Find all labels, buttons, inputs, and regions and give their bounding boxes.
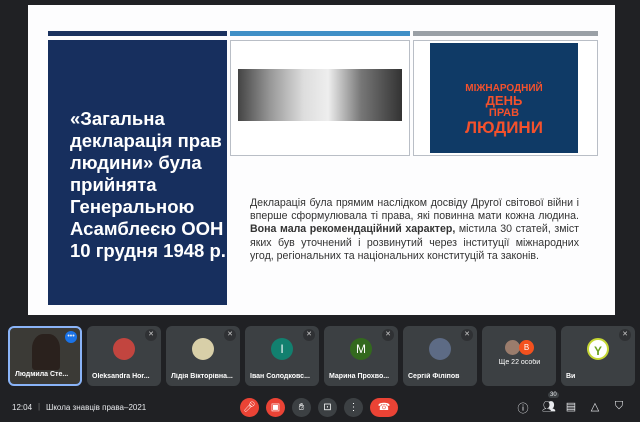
people-icon[interactable]: 👥︎ — [541, 400, 557, 413]
participant-name: Марина Прохво... — [329, 373, 390, 380]
slide-bar-gray — [413, 31, 598, 36]
participant-tile[interactable]: ✕ Oleksandra Hor... — [87, 326, 161, 386]
avatar: M — [350, 338, 372, 360]
slide-bar-blue — [230, 31, 410, 36]
participant-tile[interactable]: ✕ Лідія Вікторівна... — [166, 326, 240, 386]
more-options-button[interactable]: ⋮ — [344, 398, 363, 417]
participant-count-badge: 30 — [548, 392, 559, 398]
mic-off-icon: ✕ — [145, 329, 157, 341]
raise-hand-button[interactable]: ✋︎ — [292, 398, 311, 417]
info-icon[interactable]: ⓘ — [515, 400, 531, 416]
slide-title: «Загальна декларація прав людини» була п… — [48, 40, 227, 305]
speaker-video — [32, 334, 60, 370]
human-rights-day-poster: МІЖНАРОДНИЙ ДЕНЬ ПРАВ ЛЮДИНИ — [430, 43, 578, 153]
photo-frame — [230, 40, 410, 156]
poster-word: ЛЮДИНИ — [465, 118, 543, 137]
mic-off-icon: ✕ — [461, 329, 473, 341]
participant-tile-self[interactable]: ✕ Y Ви — [561, 326, 635, 386]
camera-toggle-button[interactable]: ▣ — [266, 398, 285, 417]
slide-body-text: Декларація була прямим наслідком досвіду… — [250, 197, 579, 263]
slide-bar-navy — [48, 31, 227, 36]
more-participants-label: Ще 22 особи — [498, 359, 541, 366]
participant-tile[interactable]: ✕ M Марина Прохво... — [324, 326, 398, 386]
participant-name: Oleksandra Hor... — [92, 373, 150, 380]
participant-name: Іван Солодковс... — [250, 373, 310, 380]
presentation-slide: «Загальна декларація прав людини» була п… — [28, 5, 615, 315]
avatar — [505, 340, 520, 355]
chat-icon[interactable]: ▤ — [563, 400, 579, 413]
participant-name: Лідія Вікторівна... — [171, 373, 233, 380]
speaking-indicator-icon: ••• — [65, 331, 77, 343]
host-controls-icon[interactable]: ⛉ — [611, 400, 627, 413]
clock: 12:04 — [12, 403, 33, 412]
more-participants-tile[interactable]: B Ще 22 особи — [482, 326, 556, 386]
leave-call-button[interactable]: ☎︎ — [370, 398, 398, 417]
avatar — [192, 338, 214, 360]
avatar — [429, 338, 451, 360]
body-text-part: Декларація була прямим наслідком досвіду… — [250, 197, 579, 223]
separator: | — [38, 402, 41, 411]
meeting-title: Школа знавців права–2021 — [46, 403, 147, 412]
avatar: I — [271, 338, 293, 360]
mic-off-icon: ✕ — [619, 329, 631, 341]
poster-word: ДЕНЬ — [485, 93, 523, 108]
participant-name: Ви — [566, 373, 576, 380]
historic-photo — [238, 69, 402, 121]
mic-toggle-button[interactable]: 🎤︎ — [240, 398, 259, 417]
participant-name: Людмила Сте... — [15, 371, 69, 378]
avatar: Y — [587, 338, 609, 360]
poster-frame: МІЖНАРОДНИЙ ДЕНЬ ПРАВ ЛЮДИНИ — [413, 40, 598, 156]
participant-name: Сергій Філіпов — [408, 373, 460, 380]
present-screen-button[interactable]: ⊡ — [318, 398, 337, 417]
avatar: B — [519, 340, 534, 355]
participant-tile[interactable]: ✕ Сергій Філіпов — [403, 326, 477, 386]
body-text-bold: Вона мала рекомендаційний характер, — [250, 223, 456, 236]
mic-off-icon: ✕ — [224, 329, 236, 341]
participant-tile-speaker[interactable]: ••• Людмила Сте... — [8, 326, 82, 386]
participant-tile[interactable]: ✕ I Іван Солодковс... — [245, 326, 319, 386]
avatar — [113, 338, 135, 360]
mic-off-icon: ✕ — [303, 329, 315, 341]
mic-off-icon: ✕ — [382, 329, 394, 341]
activities-icon[interactable]: △ — [587, 400, 603, 413]
